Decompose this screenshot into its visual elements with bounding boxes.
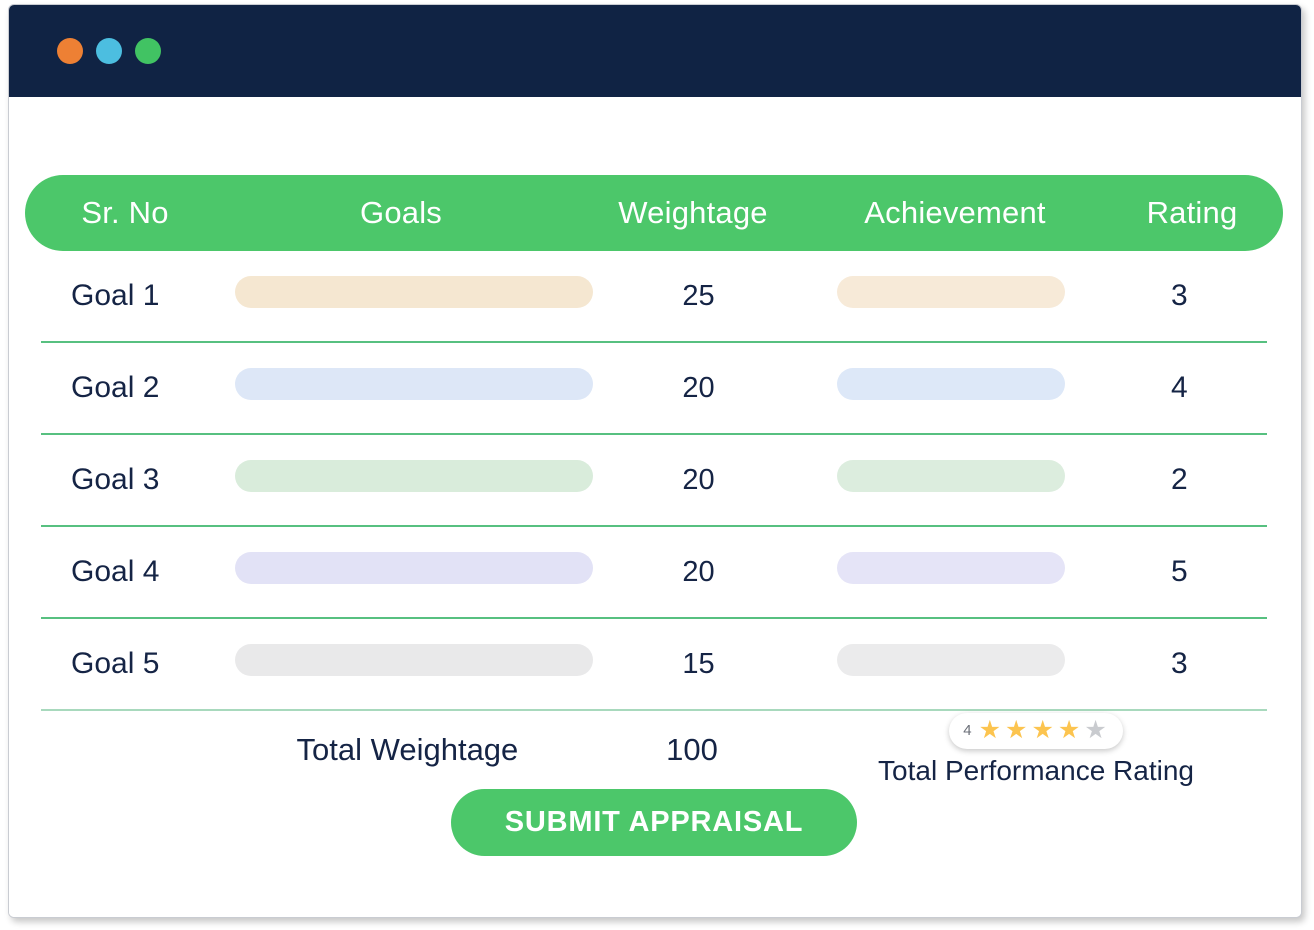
total-weightage-label: Total Weightage xyxy=(236,732,579,768)
table-body: Goal 1 25 3 Goal 2 20 4 Goal 3 xyxy=(25,251,1283,711)
goal-input-placeholder[interactable] xyxy=(235,276,593,308)
star-icon-5[interactable]: ★ xyxy=(1084,718,1106,743)
table-row: Goal 5 15 3 xyxy=(41,619,1267,711)
row-achievement-cell xyxy=(810,460,1091,500)
row-goal-cell xyxy=(235,552,587,592)
goal-input-placeholder[interactable] xyxy=(235,368,593,400)
table-row: Goal 4 20 5 xyxy=(41,527,1267,619)
total-weightage-value: 100 xyxy=(579,732,805,768)
row-weightage: 15 xyxy=(587,648,811,681)
submit-appraisal-button[interactable]: SUBMIT APPRAISAL xyxy=(451,789,858,856)
minimize-dot[interactable] xyxy=(96,38,122,64)
row-rating: 4 xyxy=(1092,371,1267,405)
totals-row: Total Weightage 100 4 ★ ★ ★ ★ ★ Total Pe… xyxy=(41,711,1267,785)
row-rating: 3 xyxy=(1092,279,1267,313)
table-header-row: Sr. No Goals Weightage Achievement Ratin… xyxy=(25,175,1283,251)
row-rating: 2 xyxy=(1092,463,1267,497)
appraisal-table: Sr. No Goals Weightage Achievement Ratin… xyxy=(25,175,1283,856)
column-header-rating: Rating xyxy=(1101,195,1283,231)
row-weightage: 20 xyxy=(587,464,811,497)
row-sr-no: Goal 1 xyxy=(41,279,235,313)
column-header-sr-no: Sr. No xyxy=(25,195,225,231)
row-achievement-cell xyxy=(810,276,1091,316)
browser-window: Sr. No Goals Weightage Achievement Ratin… xyxy=(8,4,1302,918)
submit-row: SUBMIT APPRAISAL xyxy=(25,789,1283,856)
row-sr-no: Goal 2 xyxy=(41,371,235,405)
total-performance-rating-group: 4 ★ ★ ★ ★ ★ Total Performance Rating xyxy=(805,713,1267,787)
goal-input-placeholder[interactable] xyxy=(235,552,593,584)
row-rating: 5 xyxy=(1092,555,1267,589)
row-achievement-cell xyxy=(810,552,1091,592)
achievement-input-placeholder[interactable] xyxy=(837,644,1065,676)
achievement-input-placeholder[interactable] xyxy=(837,276,1065,308)
row-rating: 3 xyxy=(1092,647,1267,681)
row-achievement-cell xyxy=(810,368,1091,408)
goal-input-placeholder[interactable] xyxy=(235,644,593,676)
column-header-weightage: Weightage xyxy=(577,195,809,231)
maximize-dot[interactable] xyxy=(135,38,161,64)
row-goal-cell xyxy=(235,368,587,408)
achievement-input-placeholder[interactable] xyxy=(837,368,1065,400)
row-weightage: 25 xyxy=(587,280,811,313)
star-rating-widget[interactable]: 4 ★ ★ ★ ★ ★ xyxy=(949,713,1122,749)
table-row: Goal 1 25 3 xyxy=(41,251,1267,343)
table-row: Goal 3 20 2 xyxy=(41,435,1267,527)
star-icon-4[interactable]: ★ xyxy=(1058,718,1080,743)
row-sr-no: Goal 3 xyxy=(41,463,235,497)
row-achievement-cell xyxy=(810,644,1091,684)
window-content: Sr. No Goals Weightage Achievement Ratin… xyxy=(9,97,1301,917)
window-titlebar xyxy=(9,5,1301,97)
table-row: Goal 2 20 4 xyxy=(41,343,1267,435)
column-header-goals: Goals xyxy=(225,195,577,231)
goal-input-placeholder[interactable] xyxy=(235,460,593,492)
column-header-achievement: Achievement xyxy=(809,195,1101,231)
row-goal-cell xyxy=(235,276,587,316)
row-weightage: 20 xyxy=(587,372,811,405)
screenshot-root: Sr. No Goals Weightage Achievement Ratin… xyxy=(0,0,1314,930)
achievement-input-placeholder[interactable] xyxy=(837,552,1065,584)
row-goal-cell xyxy=(235,644,587,684)
rating-value: 4 xyxy=(963,722,971,739)
close-dot[interactable] xyxy=(57,38,83,64)
row-sr-no: Goal 4 xyxy=(41,555,235,589)
achievement-input-placeholder[interactable] xyxy=(837,460,1065,492)
row-sr-no: Goal 5 xyxy=(41,647,235,681)
star-icon-3[interactable]: ★ xyxy=(1031,718,1053,743)
star-icon-1[interactable]: ★ xyxy=(979,718,1001,743)
star-icon-2[interactable]: ★ xyxy=(1005,718,1027,743)
row-weightage: 20 xyxy=(587,556,811,589)
total-performance-rating-label: Total Performance Rating xyxy=(878,755,1194,787)
row-goal-cell xyxy=(235,460,587,500)
